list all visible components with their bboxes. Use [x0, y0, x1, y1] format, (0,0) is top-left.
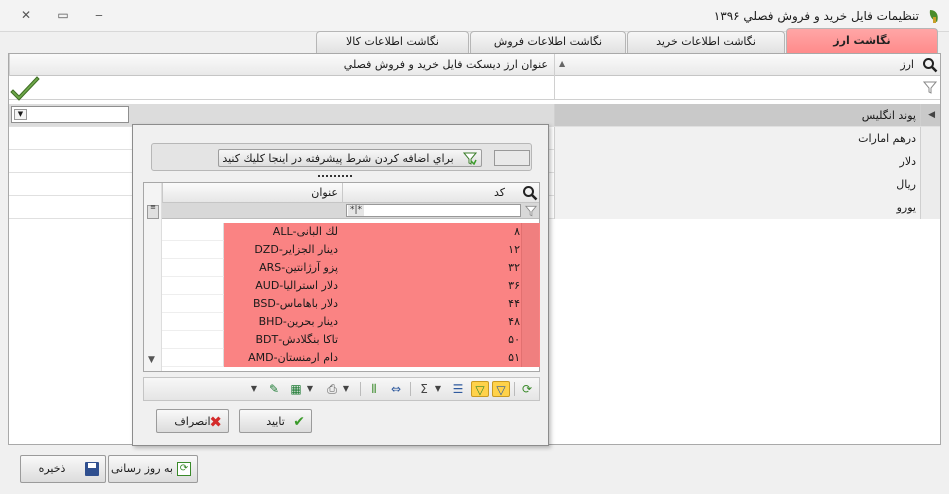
filter-icon[interactable] — [525, 205, 537, 217]
lookup-filter-row: *|* — [162, 203, 539, 219]
advanced-filter-label: براي اضافه كردن شرط پيشرفته در اينجا كلي… — [222, 152, 454, 165]
current-row-arrow-icon: ◀ — [928, 110, 935, 120]
filter-toggle-icon[interactable]: ▽ — [492, 381, 510, 397]
columns-icon[interactable]: ⦀ — [365, 381, 383, 397]
column-header-currency[interactable]: ارز — [554, 54, 920, 76]
update-button[interactable]: به روز رسانی ⟳ — [108, 455, 198, 483]
row-indicator[interactable] — [521, 349, 539, 367]
row-indicator[interactable] — [920, 127, 940, 150]
check-icon: ✔ — [293, 414, 305, 430]
checkmark-icon — [10, 76, 40, 101]
lookup-title: دلار باهاماس-BSD — [224, 295, 342, 313]
currency-filter-cell[interactable] — [554, 76, 920, 99]
row-indicator[interactable] — [521, 295, 539, 313]
row-indicator[interactable] — [920, 150, 940, 173]
layout-icon[interactable]: ✎ — [265, 381, 283, 397]
list-item[interactable]: ۱۲ دينار الجزاير-DZD — [162, 241, 540, 259]
save-disk-icon — [85, 462, 99, 476]
lookup-title: دام ارمنستان-AMD — [224, 349, 342, 367]
tab-sales-mapping[interactable]: نگاشت اطلاعات فروش — [470, 31, 626, 53]
tab-goods-mapping[interactable]: نگاشت اطلاعات کالا — [316, 31, 469, 53]
maximize-button[interactable]: ▭ — [55, 8, 71, 22]
list-item[interactable]: ۴۴ دلار باهاماس-BSD — [162, 295, 540, 313]
lookup-title: دينار الجزاير-DZD — [224, 241, 342, 259]
advanced-filter-button[interactable]: براي اضافه كردن شرط پيشرفته در اينجا كلي… — [218, 149, 482, 167]
update-label: به روز رسانی — [111, 462, 173, 475]
currency-select[interactable]: ▼ — [11, 106, 129, 123]
tab-purchase-mapping[interactable]: نگاشت اطلاعات خرید — [627, 31, 785, 53]
lookup-grid: کد عنوان *|* ≡ ▼ ۸ لك البانی-ALL ۱۲ دينا… — [143, 182, 540, 372]
lookup-title: پزو آرژانتين-ARS — [224, 259, 342, 277]
grid-toolbar: ⟳ ▽ ▽ ☰ ▼ Σ ⇔ ⦀ ▼ ⎙ ▼ ▦ ✎ ▼ — [143, 377, 540, 401]
currency-cell: یورو — [554, 196, 920, 219]
sum-icon[interactable]: Σ — [415, 381, 433, 397]
refresh-icon[interactable]: ⟳ — [518, 381, 536, 397]
currency-cell: ریال — [554, 173, 920, 196]
filter-icon[interactable] — [923, 81, 937, 94]
row-indicator[interactable] — [521, 241, 539, 259]
row-indicator[interactable] — [521, 259, 539, 277]
print-icon[interactable]: ⎙ — [323, 381, 341, 397]
collapse-grip[interactable] — [318, 175, 352, 178]
save-label: ذخیره — [38, 462, 66, 475]
list-item[interactable]: ۸ لك البانی-ALL — [162, 223, 540, 241]
chevron-down-icon[interactable]: ▼ — [14, 109, 27, 120]
lookup-grid-header: کد عنوان — [144, 183, 539, 203]
cancel-button[interactable]: انصراف ✖ — [156, 409, 229, 433]
lookup-title: لك البانی-ALL — [224, 223, 342, 241]
row-indicator[interactable] — [521, 223, 539, 241]
currency-lookup-popup: براي اضافه كردن شرط پيشرفته در اينجا كلي… — [132, 124, 549, 446]
advanced-filter-toggle[interactable] — [494, 150, 530, 166]
confirm-label: تایید — [266, 415, 285, 428]
list-item[interactable]: ۵۰ تاكا بنگلادش-BDT — [162, 331, 540, 349]
grid-filter-row — [9, 76, 940, 100]
filter-add-icon — [463, 152, 477, 165]
fit-columns-icon[interactable]: ⇔ — [387, 381, 405, 397]
close-button[interactable]: ✕ — [18, 8, 34, 22]
tab-currency-mapping[interactable]: نگاشت ارز — [786, 28, 938, 54]
currency-cell: پوند انگلیس — [554, 104, 920, 126]
refresh-icon: ⟳ — [177, 462, 191, 476]
app-leaf-icon — [929, 10, 938, 23]
sort-up-icon: ▲ — [559, 59, 566, 68]
cancel-x-icon: ✖ — [209, 413, 222, 431]
row-indicator[interactable] — [920, 173, 940, 196]
row-indicator[interactable] — [521, 331, 539, 349]
window-title: تنظیمات فایل خرید و فروش فصلي ۱۳۹۶ — [713, 9, 919, 23]
scroll-down-icon[interactable]: ▼ — [148, 355, 155, 365]
scrollbar-thumb[interactable]: ≡ — [147, 204, 159, 219]
lookup-rows: ۸ لك البانی-ALL ۱۲ دينار الجزاير-DZD ۳۲ … — [162, 223, 540, 369]
search-icon[interactable] — [522, 185, 538, 201]
lookup-title: دينار بحرين-BHD — [224, 313, 342, 331]
lookup-title: تاكا بنگلادش-BDT — [224, 331, 342, 349]
confirm-button[interactable]: تایید ✔ — [239, 409, 312, 433]
column-header-title[interactable]: عنوان — [162, 183, 342, 203]
minimize-button[interactable]: ‒ — [91, 8, 107, 22]
list-item[interactable]: ۳۲ پزو آرژانتين-ARS — [162, 259, 540, 277]
row-indicator[interactable] — [920, 196, 940, 219]
lookup-title: دلار استراليا-AUD — [224, 277, 342, 295]
currency-cell: درهم امارات — [554, 127, 920, 150]
group-panel-icon[interactable]: ☰ — [449, 381, 467, 397]
search-icon[interactable] — [922, 57, 938, 73]
code-filter-input[interactable]: *|* — [346, 204, 521, 217]
row-indicator[interactable] — [521, 313, 539, 331]
column-header-disk-title[interactable]: عنوان ارز دیسکت فایل خرید و فروش فصلي — [9, 54, 554, 76]
row-indicator[interactable] — [521, 277, 539, 295]
list-item[interactable]: ۴۸ دينار بحرين-BHD — [162, 313, 540, 331]
excel-icon[interactable]: ▦ — [287, 381, 305, 397]
cancel-label: انصراف — [174, 415, 211, 428]
save-button[interactable]: ذخیره — [20, 455, 106, 483]
filter-operator[interactable]: *|* — [348, 205, 365, 216]
list-item[interactable]: ۵۱ دام ارمنستان-AMD — [162, 349, 540, 367]
currency-cell: دلار — [554, 150, 920, 173]
more-dropdown-icon[interactable]: ▼ — [245, 381, 263, 397]
list-item[interactable]: ۳۶ دلار استراليا-AUD — [162, 277, 540, 295]
row-indicator[interactable]: ◀ — [920, 104, 940, 126]
auto-filter-icon[interactable]: ▽ — [471, 381, 489, 397]
vertical-scrollbar[interactable]: ≡ ▼ — [144, 183, 162, 371]
advanced-filter-bar: براي اضافه كردن شرط پيشرفته در اينجا كلي… — [151, 143, 532, 171]
column-header-code[interactable]: کد — [342, 183, 521, 203]
grid-header: ارز عنوان ارز دیسکت فایل خرید و فروش فصل… — [9, 54, 940, 76]
